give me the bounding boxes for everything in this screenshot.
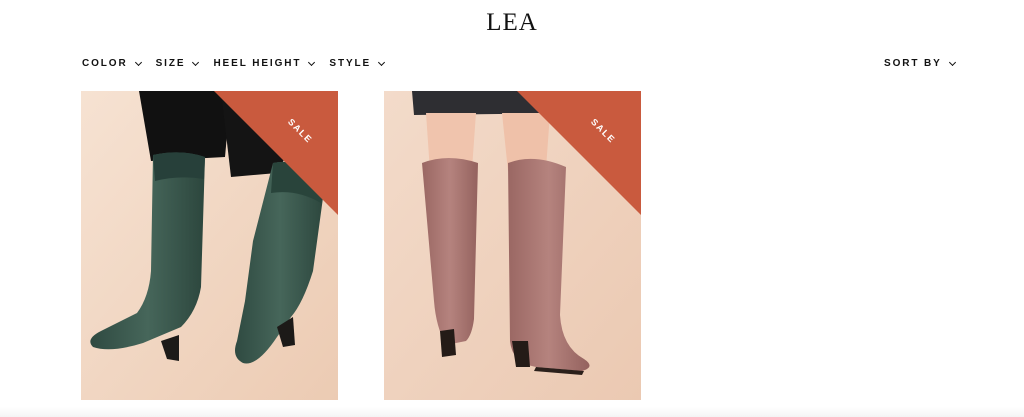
chevron-down-icon — [948, 58, 956, 66]
filter-heel-height-label: HEEL HEIGHT — [213, 58, 302, 69]
filter-size[interactable]: SIZE — [155, 58, 200, 69]
filter-style-label: STYLE — [329, 58, 372, 69]
filter-size-label: SIZE — [155, 58, 186, 69]
brand-logo[interactable]: LEA — [0, 9, 1024, 37]
sort-by-label: SORT BY — [884, 58, 942, 69]
filter-heel-height[interactable]: HEEL HEIGHT — [213, 58, 316, 69]
filter-color-label: COLOR — [82, 58, 128, 69]
sort-by-dropdown[interactable]: SORT BY — [884, 58, 956, 69]
filter-bar: COLOR SIZE HEEL HEIGHT STYLE — [82, 58, 386, 69]
chevron-down-icon — [192, 58, 200, 66]
filter-style[interactable]: STYLE — [329, 58, 386, 69]
chevron-down-icon — [134, 58, 142, 66]
chevron-down-icon — [378, 58, 386, 66]
product-card[interactable]: SALE — [384, 91, 641, 400]
filter-color[interactable]: COLOR — [82, 58, 142, 69]
product-card[interactable]: SALE — [81, 91, 338, 400]
chevron-down-icon — [308, 58, 316, 66]
page-bottom-edge — [0, 407, 1024, 417]
